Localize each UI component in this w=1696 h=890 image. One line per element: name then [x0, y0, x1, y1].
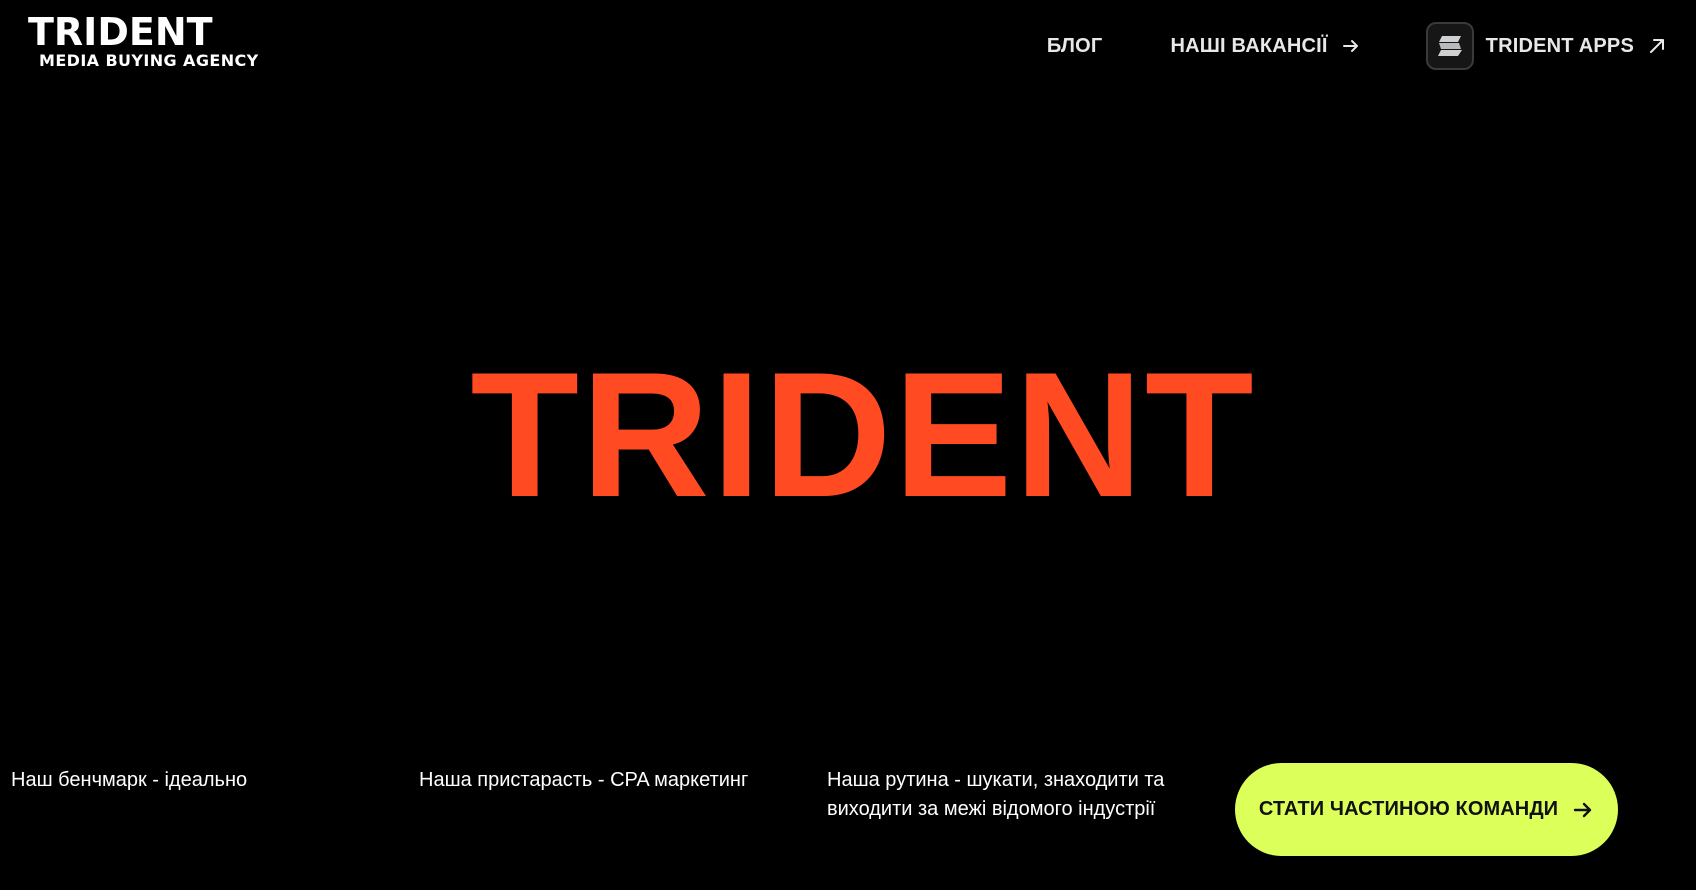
nav-trident-apps-link[interactable]: TRIDENT APPS	[1425, 22, 1666, 70]
arrow-right-icon	[1573, 802, 1592, 817]
logo-link[interactable]: TRIDENT MEDIA BUYING AGENCY	[28, 10, 278, 70]
tagline-benchmark: Наш бенчмарк - ідеально	[11, 769, 248, 791]
trident-apps-logo-icon	[1425, 22, 1474, 70]
nav-vacancies-label: НАШІ ВАКАНСІЇ	[1170, 34, 1328, 57]
arrow-right-icon	[1342, 40, 1358, 52]
join-team-button[interactable]: СТАТИ ЧАСТИНОЮ КОМАНДИ	[1235, 763, 1618, 856]
logo-title: TRIDENT	[28, 10, 213, 54]
main-nav: БЛОГ НАШІ ВАКАНСІЇ TRIDENT APPS	[1047, 20, 1666, 72]
nav-vacancies-link[interactable]: НАШІ ВАКАНСІЇ	[1170, 35, 1359, 58]
nav-trident-apps-label: TRIDENT APPS	[1485, 34, 1634, 57]
arrow-up-right-icon	[1650, 39, 1664, 53]
hero-title: TRIDENT	[470, 335, 1256, 534]
tagline-routine: Наша рутина - шукати, знаходити та виход…	[827, 769, 1165, 820]
tagline-passion: Наша пристарасть - CPA маркетинг	[419, 769, 749, 791]
logo-subtitle: MEDIA BUYING AGENCY	[39, 51, 259, 70]
page: TRIDENT MEDIA BUYING AGENCY БЛОГ НАШІ ВА…	[0, 0, 1696, 890]
join-team-label: СТАТИ ЧАСТИНОЮ КОМАНДИ	[1258, 798, 1559, 820]
nav-blog-label: БЛОГ	[1046, 34, 1103, 57]
nav-blog-link[interactable]: БЛОГ	[1047, 35, 1103, 58]
